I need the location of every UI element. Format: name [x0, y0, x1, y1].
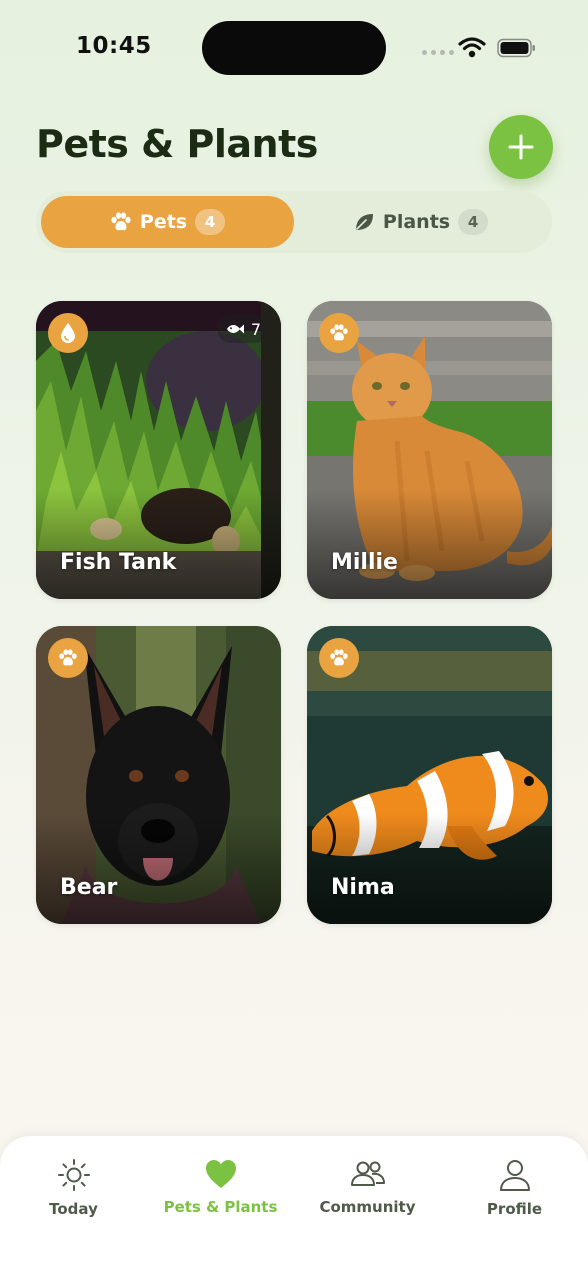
- nav-today[interactable]: Today: [0, 1136, 147, 1236]
- tab-pets[interactable]: Pets 4: [41, 196, 294, 248]
- status-time: 10:45: [76, 33, 152, 59]
- cellular-signal-icon: [422, 50, 454, 55]
- nav-community[interactable]: Community: [294, 1136, 441, 1236]
- nav-today-label: Today: [49, 1200, 98, 1218]
- water-drop-badge: [48, 313, 88, 353]
- sun-icon: [57, 1159, 90, 1191]
- paw-badge: [319, 638, 359, 678]
- fish-icon: [226, 324, 244, 334]
- bottom-nav: Today Pets & Plants Community Profile: [0, 1136, 588, 1280]
- paw-badge: [48, 638, 88, 678]
- person-icon: [499, 1160, 530, 1191]
- tab-pets-label: Pets: [139, 211, 188, 233]
- nav-pets-plants[interactable]: Pets & Plants: [147, 1136, 294, 1236]
- status-bar: 10:45: [0, 0, 588, 96]
- page-title: Pets & Plants: [36, 122, 318, 166]
- nav-pets-plants-label: Pets & Plants: [163, 1198, 278, 1216]
- battery-icon: [497, 38, 535, 58]
- tab-plants[interactable]: Plants 4: [294, 196, 547, 248]
- add-button[interactable]: [489, 115, 553, 179]
- card-name: Nima: [331, 875, 395, 900]
- dynamic-island: [202, 21, 386, 75]
- tab-plants-count: 4: [458, 209, 489, 235]
- tab-pets-count: 4: [195, 209, 226, 235]
- card-bear[interactable]: Bear: [36, 626, 281, 924]
- fish-count-badge: 7: [216, 315, 269, 343]
- paw-icon: [330, 324, 348, 341]
- fish-count: 7: [250, 319, 261, 339]
- nav-community-label: Community: [319, 1198, 416, 1216]
- card-millie[interactable]: Millie: [307, 301, 552, 599]
- heart-icon: [205, 1160, 236, 1188]
- leaf-icon: [355, 214, 373, 230]
- paw-icon: [59, 649, 77, 666]
- tab-plants-label: Plants: [382, 211, 451, 233]
- people-icon: [350, 1161, 385, 1186]
- nav-profile-label: Profile: [486, 1200, 543, 1218]
- plus-icon: [508, 134, 534, 160]
- wifi-icon: [458, 37, 486, 58]
- card-name: Bear: [60, 875, 118, 900]
- paw-badge: [319, 313, 359, 353]
- paw-icon: [111, 212, 131, 231]
- card-shade: [307, 489, 552, 599]
- segment-tabs: Pets 4 Plants 4: [36, 191, 552, 253]
- card-fish-tank[interactable]: 7 Fish Tank: [36, 301, 281, 599]
- card-name: Millie: [331, 550, 398, 575]
- card-shade: [36, 489, 281, 599]
- paw-icon: [330, 649, 348, 666]
- nav-profile[interactable]: Profile: [441, 1136, 588, 1236]
- card-shade: [36, 814, 281, 924]
- card-nima[interactable]: Nima: [307, 626, 552, 924]
- water-drop-icon: [61, 323, 75, 343]
- card-name: Fish Tank: [60, 550, 177, 575]
- card-shade: [307, 814, 552, 924]
